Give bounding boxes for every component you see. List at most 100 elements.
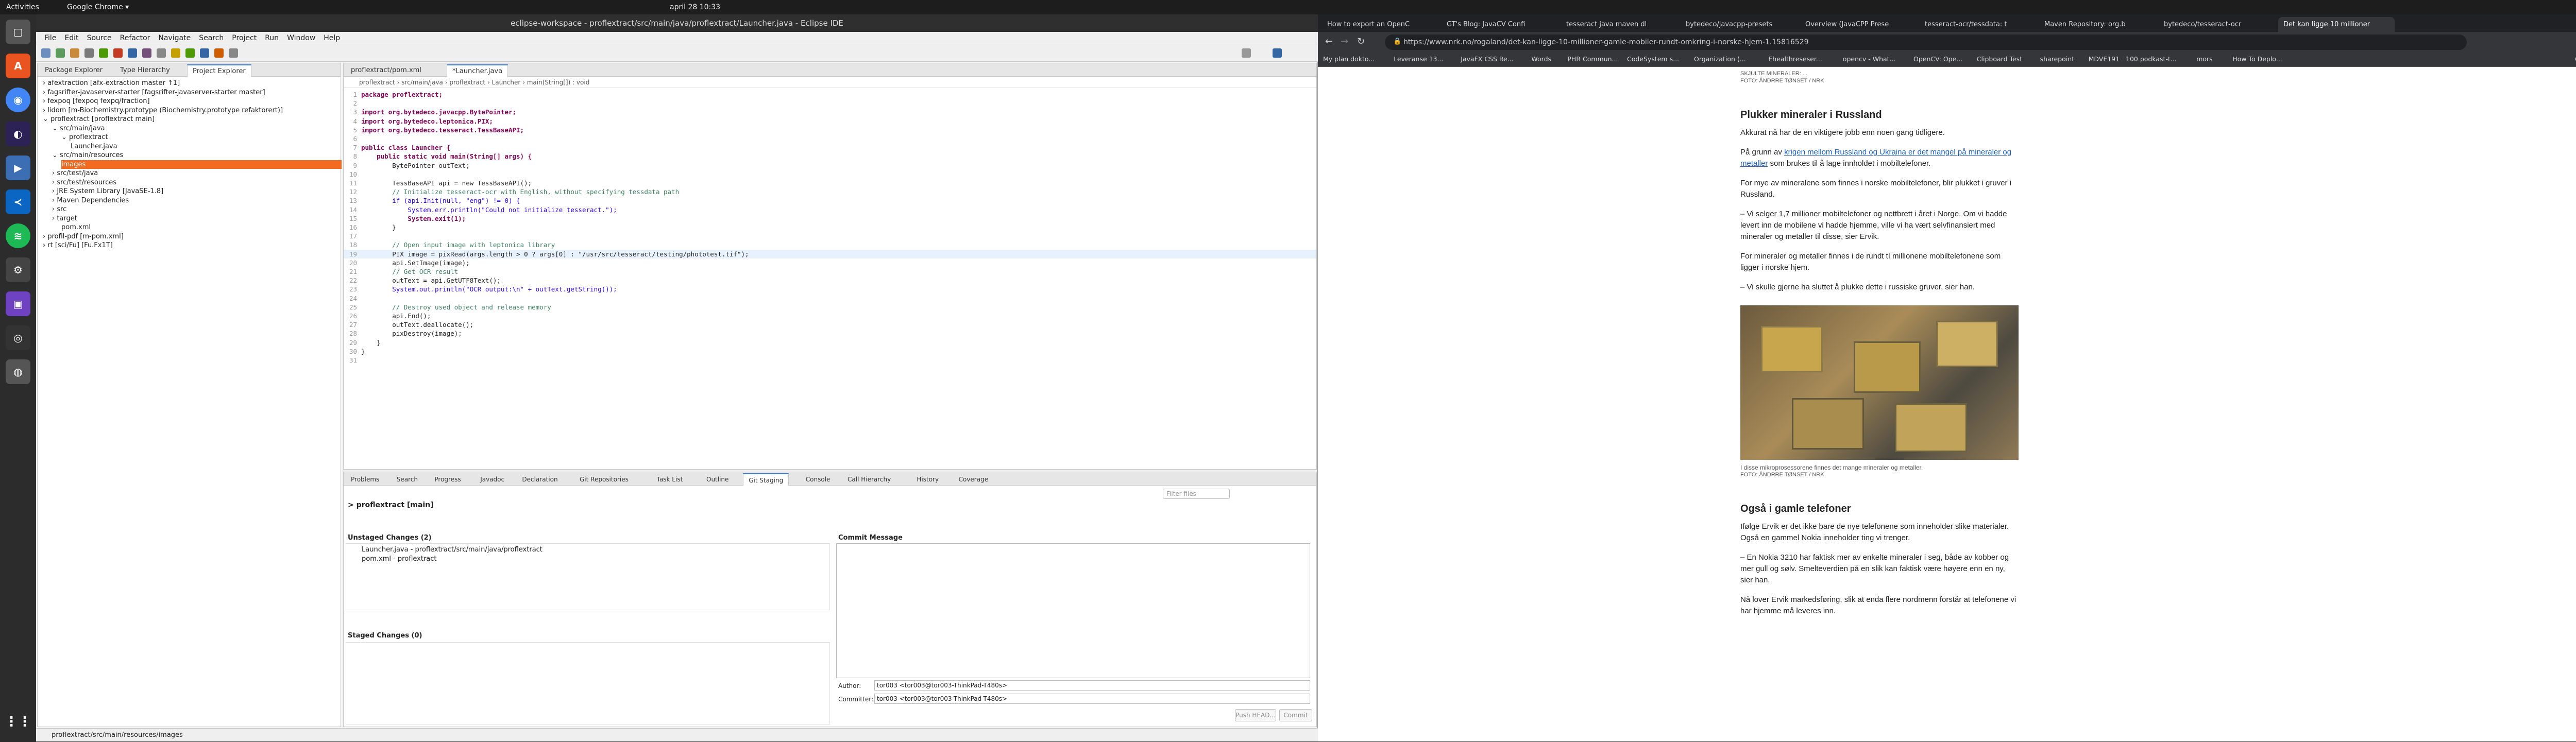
toolbar-icon[interactable] — [157, 48, 166, 58]
tree-item[interactable]: ⌄ proflextract [proflextract main] — [43, 115, 155, 124]
bottom-tab[interactable]: Call Hierarchy — [842, 473, 896, 486]
back-icon[interactable]: ← — [1325, 36, 1333, 47]
app-icon[interactable]: ◎ — [6, 325, 30, 350]
menu-edit[interactable]: Edit — [64, 32, 78, 44]
tree-item[interactable]: › lidom [m-Biochemistry.prototype (Bioch… — [43, 106, 283, 115]
bookmark-item[interactable]: Clipboard Test — [1977, 55, 2022, 63]
activities-button[interactable]: Activities — [6, 3, 39, 11]
commit-message-input[interactable] — [836, 543, 1310, 678]
browser-tab[interactable]: Maven Repository: org.b — [2039, 17, 2156, 32]
bottom-tab[interactable]: Javadoc — [475, 473, 510, 486]
toolbar-icon[interactable] — [70, 48, 79, 58]
toolbar-icon[interactable] — [200, 48, 209, 58]
app-icon[interactable]: ▣ — [6, 291, 30, 316]
explorer-tab[interactable]: Package Explorer — [40, 64, 108, 77]
toolbar-icon[interactable] — [171, 48, 180, 58]
microprocessors-photo[interactable] — [1740, 305, 2019, 460]
browser-tab[interactable]: tesseract-ocr/tessdata: t — [1920, 17, 2036, 32]
browser-tab[interactable]: bytedeco/tesseract-ocr — [2159, 17, 2275, 32]
bookmark-item[interactable]: JavaFX CSS Re... — [1461, 55, 1513, 63]
tree-item[interactable]: ⌄ proflextract — [61, 133, 108, 142]
toolbar-icon[interactable] — [128, 48, 137, 58]
tree-item[interactable]: pom.xml — [61, 223, 91, 232]
toolbar-icon[interactable] — [41, 48, 50, 58]
tree-item[interactable]: › Maven Dependencies — [52, 196, 129, 205]
toolbar-icon[interactable] — [142, 48, 151, 58]
toolbar-icon[interactable] — [214, 48, 224, 58]
browser-tab[interactable]: How to export an OpenC — [1322, 17, 1438, 32]
tree-item[interactable]: images — [61, 160, 342, 169]
bottom-tab[interactable]: Task List — [652, 473, 688, 486]
files-app-icon[interactable]: ▢ — [6, 20, 30, 44]
lock-icon[interactable]: 🔒 — [1393, 38, 1401, 45]
toolbar-icon[interactable] — [99, 48, 108, 58]
push-head-button[interactable]: Push HEAD... — [1235, 709, 1276, 721]
filter-files-input[interactable]: Filter files — [1163, 489, 1230, 499]
menu-file[interactable]: File — [44, 32, 56, 44]
browser-tab[interactable]: GT's Blog: JavaCV Confi — [1442, 17, 1558, 32]
search-icon[interactable] — [1242, 48, 1251, 58]
clock[interactable]: april 28 10:33 — [670, 3, 720, 11]
toolbar-icon[interactable] — [113, 48, 123, 58]
bookmark-item[interactable]: Leveranse 13... — [1394, 55, 1443, 63]
reload-icon[interactable]: ↻ — [1357, 36, 1365, 47]
tree-item[interactable]: ⌄ src/main/java — [52, 124, 105, 133]
bookmark-item[interactable]: sharepoint — [2040, 55, 2075, 63]
bottom-tab[interactable]: Console — [801, 473, 836, 486]
tree-item[interactable]: › fexpoq [fexpoq fexpq/fraction] — [43, 97, 150, 106]
forward-icon[interactable]: → — [1341, 36, 1348, 47]
browser-tab[interactable]: Overview (JavaCPP Prese — [1800, 17, 1917, 32]
bookmark-item[interactable]: CodeSystem s... — [1627, 55, 1679, 63]
menu-search[interactable]: Search — [199, 32, 224, 44]
menu-help[interactable]: Help — [324, 32, 340, 44]
menu-window[interactable]: Window — [287, 32, 315, 44]
menu-refactor[interactable]: Refactor — [120, 32, 150, 44]
tree-item[interactable]: › target — [52, 214, 77, 223]
toolbar-icon[interactable] — [229, 48, 238, 58]
editor-tab[interactable]: *Launcher.java — [447, 64, 509, 77]
url-input[interactable]: https://www.nrk.no/rogaland/det-kan-ligg… — [1385, 34, 2467, 50]
browser-tab[interactable]: tesseract java maven dl — [1561, 17, 1677, 32]
bookmark-item[interactable]: How To Deplo... — [2232, 55, 2282, 63]
tree-item[interactable]: › src/test/java — [52, 169, 98, 178]
bookmark-item[interactable]: MDVE191 — [2089, 55, 2120, 63]
settings-icon[interactable]: ⚙ — [6, 257, 30, 282]
toolbar-icon[interactable] — [185, 48, 195, 58]
tree-item[interactable]: Launcher.java — [71, 142, 117, 151]
eclipse-icon[interactable]: ◐ — [6, 122, 30, 146]
explorer-tab[interactable]: Type Hierarchy — [115, 64, 175, 77]
perspective-icon[interactable] — [1273, 48, 1282, 58]
browser-tab[interactable]: bytedeco/javacpp-presets — [1681, 17, 1797, 32]
editor-tab[interactable]: proflextract/pom.xml — [346, 64, 427, 77]
tree-item[interactable]: › fagsrifter-javaserver-starter [fagsrif… — [43, 88, 265, 97]
bottom-tab[interactable]: Problems — [346, 473, 384, 486]
bookmark-item[interactable]: 100 podkast-t... — [2126, 55, 2177, 63]
bottom-tab[interactable]: History — [911, 473, 944, 486]
tree-item[interactable]: › afextraction [afx-extraction master ↑1… — [43, 79, 180, 88]
bookmark-item[interactable]: My plan dokto... — [1323, 55, 1375, 63]
bottom-tab[interactable]: Declaration — [517, 473, 563, 486]
browser-tab[interactable]: Det kan ligge 10 millioner — [2278, 17, 2395, 32]
tree-item[interactable]: › src/test/resources — [52, 178, 116, 187]
bottom-tab[interactable]: Git Repositories — [574, 473, 634, 486]
author-field[interactable]: tor003 <tor003@tor003-ThinkPad-T480s> — [874, 680, 1310, 691]
tree-item[interactable]: › profil-pdf [m-pom.xml] — [43, 232, 124, 241]
tree-item[interactable]: › src — [52, 205, 66, 214]
bottom-tab[interactable]: Search — [392, 473, 423, 486]
show-apps-icon[interactable]: ⋮⋮ — [5, 710, 31, 734]
unstaged-file[interactable]: Launcher.java - proflextract/src/main/ja… — [362, 546, 543, 554]
tree-item[interactable]: › JRE System Library [JavaSE-1.8] — [52, 187, 163, 196]
bookmark-item[interactable]: OpenCV: Ope... — [1913, 55, 1962, 63]
chrome-icon[interactable]: ◉ — [6, 88, 30, 112]
bottom-tab[interactable]: Coverage — [954, 473, 994, 486]
explorer-tab[interactable]: Project Explorer — [187, 64, 251, 77]
bookmark-item[interactable]: Ehealthreseser... — [1768, 55, 1822, 63]
unstaged-file[interactable]: pom.xml - proflextract — [362, 555, 437, 563]
committer-field[interactable]: tor003 <tor003@tor003-ThinkPad-T480s> — [874, 694, 1310, 704]
bookmark-item[interactable]: Organization (... — [1694, 55, 1746, 63]
bottom-tab[interactable]: Outline — [701, 473, 734, 486]
bookmark-item[interactable]: Words — [1531, 55, 1551, 63]
bookmark-item[interactable]: PHR Commun... — [1567, 55, 1618, 63]
toolbar-icon[interactable] — [56, 48, 65, 58]
tree-item[interactable]: ⌄ src/main/resources — [52, 151, 123, 160]
